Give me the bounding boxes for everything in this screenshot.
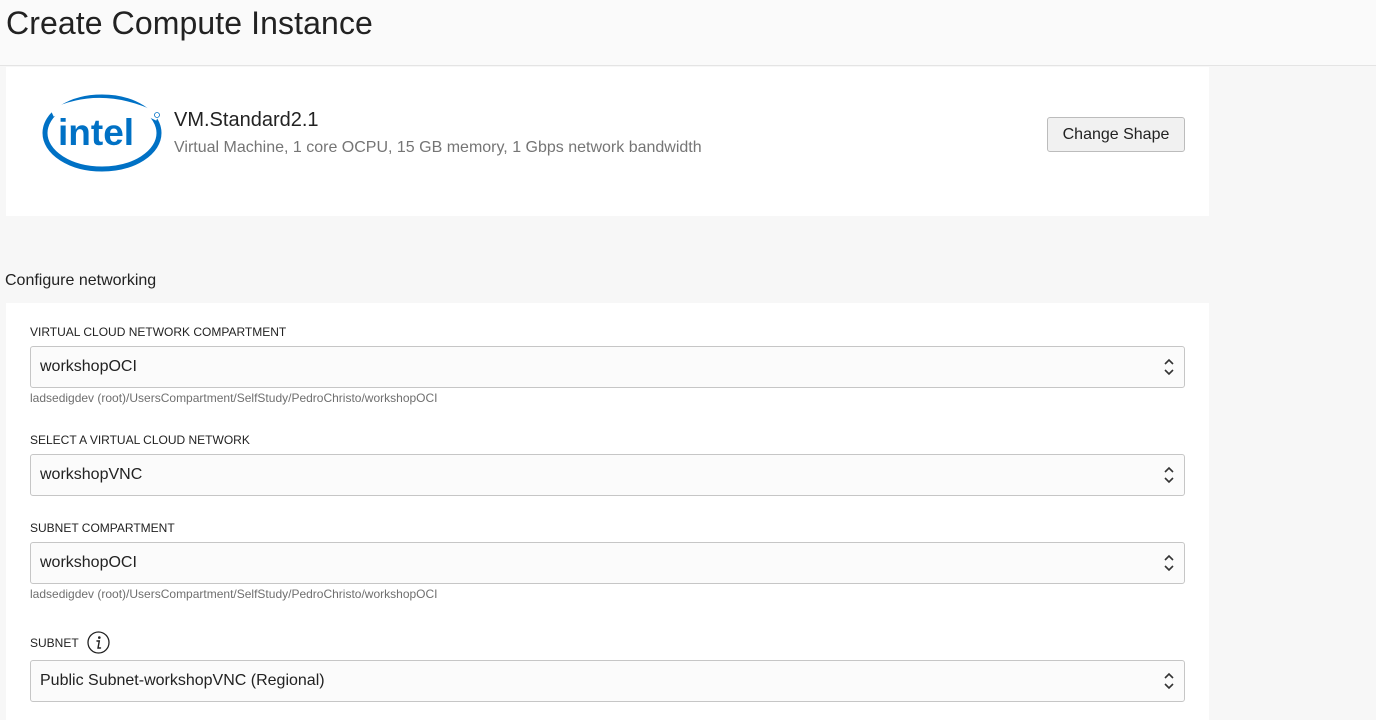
networking-card: VIRTUAL CLOUD NETWORK COMPARTMENT worksh… bbox=[6, 303, 1209, 720]
select-arrows-icon bbox=[1164, 358, 1174, 376]
select-arrows-icon bbox=[1164, 672, 1174, 690]
subnet-label: SUBNET bbox=[30, 635, 79, 650]
subnet-value: Public Subnet-workshopVNC (Regional) bbox=[40, 672, 325, 689]
subnet-compartment-value: workshopOCI bbox=[40, 554, 137, 571]
subnet-label-row: SUBNET bbox=[30, 631, 110, 654]
info-icon[interactable] bbox=[87, 631, 110, 654]
subnet-compartment-label: SUBNET COMPARTMENT bbox=[30, 521, 175, 535]
shape-description: Virtual Machine, 1 core OCPU, 15 GB memo… bbox=[174, 139, 702, 156]
shape-card: intel VM.Standard2.1 Virtual Machine, 1 … bbox=[6, 67, 1209, 216]
subnet-compartment-select[interactable]: workshopOCI bbox=[30, 542, 1185, 584]
configure-networking-heading: Configure networking bbox=[5, 272, 157, 289]
vcn-compartment-label: VIRTUAL CLOUD NETWORK COMPARTMENT bbox=[30, 325, 287, 339]
page-header: Create Compute Instance bbox=[0, 0, 1376, 66]
page-title: Create Compute Instance bbox=[6, 5, 373, 41]
select-arrows-icon bbox=[1164, 466, 1174, 484]
subnet-select[interactable]: Public Subnet-workshopVNC (Regional) bbox=[30, 660, 1185, 702]
change-shape-button[interactable]: Change Shape bbox=[1047, 117, 1185, 152]
intel-logo: intel bbox=[42, 94, 162, 172]
vcn-compartment-value: workshopOCI bbox=[40, 358, 137, 375]
vcn-compartment-select[interactable]: workshopOCI bbox=[30, 346, 1185, 388]
vcn-value: workshopVNC bbox=[40, 466, 143, 483]
vcn-compartment-path: ladsedigdev (root)/UsersCompartment/Self… bbox=[30, 391, 438, 405]
vcn-select[interactable]: workshopVNC bbox=[30, 454, 1185, 496]
svg-text:intel: intel bbox=[58, 112, 134, 153]
shape-name: VM.Standard2.1 bbox=[174, 109, 319, 131]
subnet-compartment-path: ladsedigdev (root)/UsersCompartment/Self… bbox=[30, 587, 438, 601]
select-arrows-icon bbox=[1164, 554, 1174, 572]
vcn-label: SELECT A VIRTUAL CLOUD NETWORK bbox=[30, 433, 250, 447]
